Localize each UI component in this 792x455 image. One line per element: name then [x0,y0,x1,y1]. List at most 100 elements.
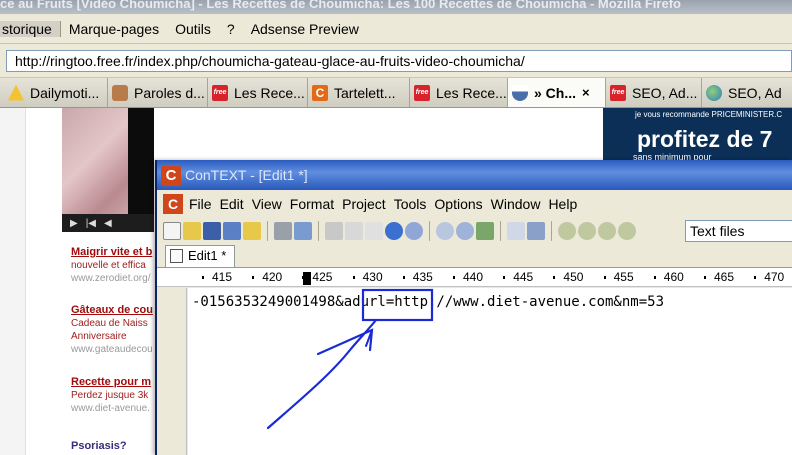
save-icon[interactable] [203,222,221,240]
ruler-tick [704,276,706,279]
priceminister-banner[interactable]: je vous recommande PRICEMINISTER.C profi… [603,108,792,162]
menu-historique[interactable]: storique [0,20,61,37]
context-title-bar[interactable]: C ConTEXT - [Edit1 *] [157,160,792,190]
globe-icon [706,84,722,101]
toolbar-separator [267,221,268,241]
ad-item[interactable]: Recette pour m Perdez jusque 3k www.diet… [71,376,155,415]
menu-help[interactable]: ? [219,21,243,37]
free-icon: free [610,84,626,101]
menu-outils[interactable]: Outils [167,21,219,37]
save-all-icon[interactable] [223,222,241,240]
find-icon[interactable] [436,222,454,240]
page-left-margin [0,108,26,455]
tab-edit1[interactable]: Edit1 * [165,245,235,267]
tab-seo-1[interactable]: free SEO, Ad... [606,78,702,107]
browser-tab-strip: Dailymoti... Paroles d... free Les Rece..… [0,78,792,108]
redo-icon[interactable] [405,222,423,240]
context-logo-icon: C [161,166,181,186]
user-tool-3-icon[interactable] [598,222,616,240]
column-ruler: 415 420 425 430 435 440 445 450 455 460 465 470 [157,267,792,287]
ruler-number: 425 [312,270,333,284]
ruler-number: 445 [513,270,534,284]
code-line[interactable]: -0156353249001498&adurl=http://www.diet-… [192,294,664,310]
menu-view[interactable]: View [252,196,288,212]
toolbar-separator [551,221,552,241]
ad-item[interactable]: Maigrir vite et b nouvelle et effica www… [71,246,155,285]
ruler-number: 470 [764,270,785,284]
tab-close-icon[interactable]: × [582,85,590,100]
ruler-tick [352,276,355,279]
context-window-title: ConTEXT - [Edit1 *] [185,167,308,183]
menu-tools[interactable]: Tools [394,196,433,212]
user-tool-1-icon[interactable] [558,222,576,240]
find-next-icon[interactable] [456,222,474,240]
replace-icon[interactable] [476,222,494,240]
browser-address-row: http://ringtoo.free.fr/index.php/choumic… [0,44,792,78]
editor-text-area[interactable]: -0156353249001498&adurl=http://www.diet-… [188,288,792,455]
menu-edit[interactable]: Edit [220,196,250,212]
context-editor-window: C ConTEXT - [Edit1 *] C File Edit View F… [155,160,792,455]
previous-icon[interactable]: |◀ [86,218,96,229]
ruler-number: 435 [412,270,433,284]
free-icon: free [212,84,228,101]
menu-adsense-preview[interactable]: Adsense Preview [243,21,367,37]
avatar-icon [112,84,128,101]
context-doc-icon[interactable]: C [163,194,183,214]
undo-icon[interactable] [385,222,403,240]
cursor-column-marker [303,272,312,285]
menu-window[interactable]: Window [491,196,547,212]
browser-menu-bar: storique Marque-pages Outils ? Adsense P… [0,14,792,44]
tab-seo-2[interactable]: SEO, Ad [702,78,792,107]
tab-dailymotion[interactable]: Dailymoti... [0,78,108,107]
document-icon[interactable] [507,222,525,240]
browser-title-bar: ce au Fruits [Vidéo Choumicha] - Les Rec… [0,0,792,14]
file-icon [170,249,183,263]
user-tool-2-icon[interactable] [578,222,596,240]
tab-paroles[interactable]: Paroles d... [108,78,208,107]
play-icon[interactable]: ▶ [70,218,78,229]
bowl-icon [512,84,528,101]
ruler-tick [553,276,556,279]
context-doc-tabs: Edit1 * [157,245,792,267]
tab-les-recettes-1[interactable]: free Les Rece... [208,78,308,107]
print-icon[interactable] [274,222,292,240]
ad-psoriasis-title[interactable]: Psoriasis? [71,440,127,452]
ruler-number: 460 [663,270,684,284]
menu-marque-pages[interactable]: Marque-pages [61,21,167,37]
tools-icon[interactable] [527,222,545,240]
paste-icon[interactable] [365,222,383,240]
editor-gutter [157,288,187,455]
new-file-icon[interactable] [163,222,181,240]
menu-project[interactable]: Project [342,196,392,212]
open-project-icon[interactable] [243,222,261,240]
copy-icon[interactable] [345,222,363,240]
open-folder-icon[interactable] [183,222,201,240]
tab-tartelettes[interactable]: C Tartelett... [308,78,410,107]
tab-choumicha-active[interactable]: » Ch... × [508,78,606,107]
toolbar-separator [500,221,501,241]
toolbar-separator [429,221,430,241]
video-letterbox [128,108,154,214]
video-controls: ▶ |◀ ◀ [62,214,154,232]
menu-options[interactable]: Options [434,196,488,212]
tab-les-recettes-2[interactable]: free Les Rece... [410,78,508,107]
file-type-select[interactable]: Text files [685,220,792,242]
ruler-number: 455 [613,270,634,284]
free-icon: free [414,84,430,101]
user-tool-4-icon[interactable] [618,222,636,240]
ruler-number: 440 [463,270,484,284]
ruler-tick [653,276,656,279]
browser-title-text: ce au Fruits [Vidéo Choumicha] - Les Rec… [0,0,681,11]
menu-help-context[interactable]: Help [548,196,583,212]
ruler-tick [252,276,255,279]
ruler-number: 430 [362,270,383,284]
ad-item[interactable]: Gâteaux de cou Cadeau de Naiss Anniversa… [71,304,155,356]
warning-icon [8,84,24,101]
volume-icon[interactable]: ◀ [104,218,112,229]
ruler-tick [603,276,606,279]
menu-format[interactable]: Format [290,196,340,212]
print-preview-icon[interactable] [294,222,312,240]
cut-icon[interactable] [325,222,343,240]
menu-file[interactable]: File [189,196,218,212]
address-bar[interactable]: http://ringtoo.free.fr/index.php/choumic… [6,50,792,72]
